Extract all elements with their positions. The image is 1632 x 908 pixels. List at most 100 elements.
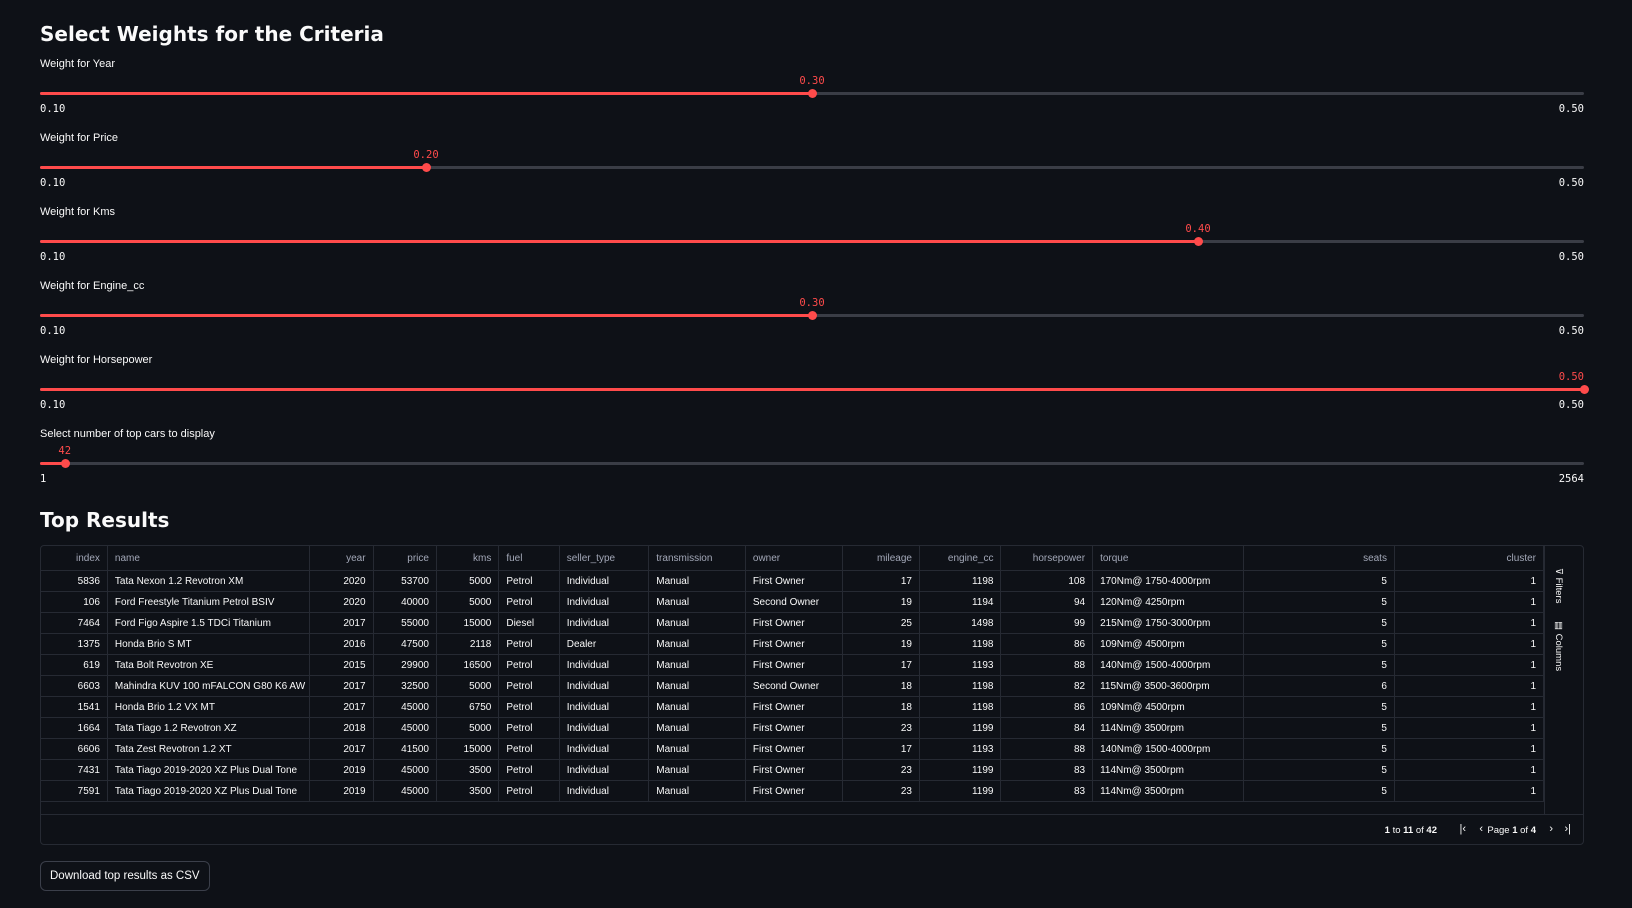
slider-track[interactable]	[40, 311, 1584, 320]
table-cell[interactable]: Petrol	[498, 633, 560, 655]
filters-tab[interactable]: ⊽ Filters	[1553, 568, 1564, 603]
table-cell[interactable]: 84	[1000, 717, 1094, 739]
table-cell[interactable]: 94	[1000, 591, 1094, 613]
table-cell[interactable]: 2020	[309, 570, 374, 592]
table-cell[interactable]: 170Nm@ 1750-4000rpm	[1092, 570, 1245, 592]
table-cell[interactable]: Petrol	[498, 675, 560, 697]
table-cell[interactable]: Individual	[559, 696, 650, 718]
table-cell[interactable]: First Owner	[745, 717, 843, 739]
slider-5[interactable]: Select number of top cars to display 42 1 2…	[40, 428, 1584, 494]
table-cell[interactable]: 619	[41, 654, 108, 676]
table-cell[interactable]: 18	[842, 675, 920, 697]
table-cell[interactable]: Petrol	[498, 696, 560, 718]
table-cell[interactable]: 2017	[309, 738, 374, 760]
table-cell[interactable]: 23	[842, 780, 920, 802]
table-cell[interactable]: 215Nm@ 1750-3000rpm	[1092, 612, 1245, 634]
table-cell[interactable]: 17	[842, 654, 920, 676]
table-cell[interactable]: Individual	[559, 717, 650, 739]
slider-track[interactable]	[40, 89, 1584, 98]
table-cell[interactable]: 2017	[309, 696, 374, 718]
table-cell[interactable]: Tata Nexon 1.2 Revotron XM	[107, 570, 311, 592]
table-cell[interactable]: 5000	[436, 675, 500, 697]
table-row[interactable]: 1375 Honda Brio S MT 2016 47500 2118 Petrol De…	[41, 633, 1545, 655]
table-cell[interactable]: 109Nm@ 4500rpm	[1092, 633, 1245, 655]
table-cell[interactable]: 55000	[373, 612, 437, 634]
slider-track[interactable]	[40, 163, 1584, 172]
table-cell[interactable]: Petrol	[498, 717, 560, 739]
table-cell[interactable]: 82	[1000, 675, 1094, 697]
table-cell[interactable]: 1193	[919, 738, 1002, 760]
table-cell[interactable]: 53700	[373, 570, 437, 592]
table-cell[interactable]: 18	[842, 696, 920, 718]
column-header-owner[interactable]: owner	[745, 546, 843, 571]
slider-track[interactable]	[40, 385, 1589, 394]
column-header-fuel[interactable]: fuel	[498, 546, 560, 571]
table-cell[interactable]: 1198	[919, 570, 1002, 592]
table-cell[interactable]: 5	[1243, 612, 1395, 634]
first-page-icon[interactable]: |‹	[1459, 823, 1466, 835]
table-cell[interactable]: 15000	[436, 612, 500, 634]
table-cell[interactable]: 6603	[41, 675, 108, 697]
slider-thumb[interactable]	[60, 459, 70, 468]
slider-thumb[interactable]	[422, 163, 431, 172]
last-page-icon[interactable]: ›|	[1564, 823, 1571, 835]
table-cell[interactable]: 45000	[373, 759, 437, 781]
table-cell[interactable]: 140Nm@ 1500-4000rpm	[1092, 738, 1245, 760]
table-cell[interactable]: Manual	[648, 633, 746, 655]
table-cell[interactable]: 2017	[309, 612, 374, 634]
table-cell[interactable]: Tata Zest Revotron 1.2 XT	[107, 738, 311, 760]
slider-thumb[interactable]	[1194, 237, 1203, 246]
table-cell[interactable]: Tata Bolt Revotron XE	[107, 654, 311, 676]
table-cell[interactable]: 1198	[919, 696, 1002, 718]
column-header-engine-cc[interactable]: engine_cc	[919, 546, 1002, 571]
table-cell[interactable]: 1	[1394, 591, 1545, 613]
table-cell[interactable]: 1	[1394, 696, 1545, 718]
table-cell[interactable]: 2118	[436, 633, 500, 655]
table-cell[interactable]: 1	[1394, 570, 1545, 592]
table-cell[interactable]: 1	[1394, 633, 1545, 655]
table-cell[interactable]: First Owner	[745, 612, 843, 634]
column-header-transmission[interactable]: transmission	[648, 546, 746, 571]
table-cell[interactable]: Individual	[559, 612, 650, 634]
table-cell[interactable]: 1198	[919, 675, 1002, 697]
column-header-seats[interactable]: seats	[1243, 546, 1395, 571]
table-cell[interactable]: 1	[1394, 759, 1545, 781]
table-cell[interactable]: Petrol	[498, 570, 560, 592]
table-cell[interactable]: 1199	[919, 780, 1002, 802]
table-cell[interactable]: 88	[1000, 654, 1094, 676]
table-cell[interactable]: Ford Freestyle Titanium Petrol BSIV	[107, 591, 311, 613]
table-cell[interactable]: 41500	[373, 738, 437, 760]
table-cell[interactable]: First Owner	[745, 570, 843, 592]
table-cell[interactable]: 114Nm@ 3500rpm	[1092, 717, 1245, 739]
next-page-icon[interactable]: ›	[1549, 823, 1553, 835]
table-cell[interactable]: 7464	[41, 612, 108, 634]
table-cell[interactable]: Individual	[559, 570, 650, 592]
table-cell[interactable]: 2015	[309, 654, 374, 676]
table-cell[interactable]: Manual	[648, 570, 746, 592]
slider-track[interactable]	[40, 459, 1584, 468]
columns-tab[interactable]: ▥ Columns	[1553, 620, 1564, 671]
slider-1[interactable]: Weight for Price 0.20 0.10 0.50	[40, 132, 1584, 198]
table-cell[interactable]: 2019	[309, 759, 374, 781]
table-cell[interactable]: 86	[1000, 633, 1094, 655]
table-cell[interactable]: Manual	[648, 675, 746, 697]
table-cell[interactable]: 2019	[309, 780, 374, 802]
column-header-year[interactable]: year	[309, 546, 374, 571]
table-cell[interactable]: 45000	[373, 696, 437, 718]
table-cell[interactable]: 32500	[373, 675, 437, 697]
table-cell[interactable]: Tata Tiago 2019-2020 XZ Plus Dual Tone	[107, 780, 311, 802]
slider-thumb[interactable]	[1580, 385, 1589, 394]
table-cell[interactable]: 114Nm@ 3500rpm	[1092, 780, 1245, 802]
table-cell[interactable]: 3500	[436, 759, 500, 781]
table-cell[interactable]: 1	[1394, 675, 1545, 697]
table-cell[interactable]: 7591	[41, 780, 108, 802]
table-cell[interactable]: 1375	[41, 633, 108, 655]
table-cell[interactable]: Individual	[559, 780, 650, 802]
table-cell[interactable]: 115Nm@ 3500-3600rpm	[1092, 675, 1245, 697]
column-header-cluster[interactable]: cluster	[1394, 546, 1545, 571]
table-cell[interactable]: 45000	[373, 780, 437, 802]
table-cell[interactable]: 83	[1000, 780, 1094, 802]
table-cell[interactable]: 5	[1243, 633, 1395, 655]
table-cell[interactable]: Individual	[559, 591, 650, 613]
table-cell[interactable]: 5	[1243, 738, 1395, 760]
